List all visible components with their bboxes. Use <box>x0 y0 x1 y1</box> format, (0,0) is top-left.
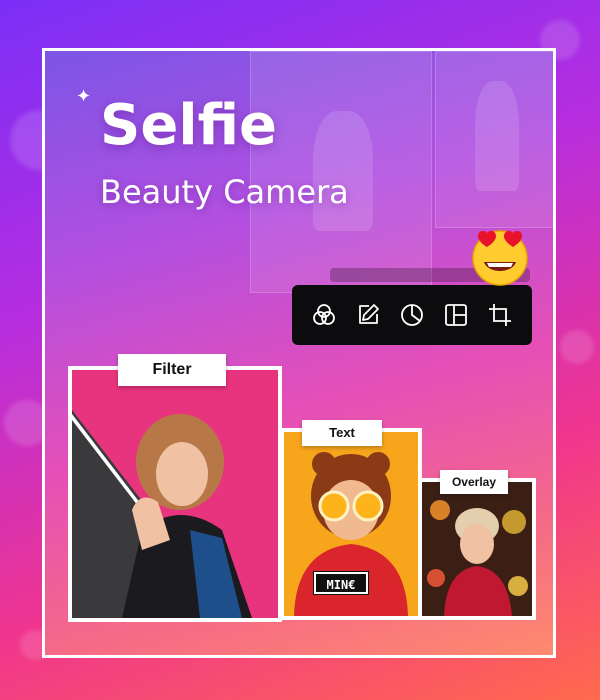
app-subtitle: Beauty Camera <box>100 173 349 211</box>
app-title: Selfie <box>100 93 277 158</box>
heart-eyes-emoji-icon <box>472 230 528 286</box>
overlay-label: Overlay <box>440 470 508 494</box>
layout-grid-icon <box>445 304 467 326</box>
overlay-photo-card[interactable] <box>418 478 536 620</box>
background-dancer-silhouette <box>475 81 519 191</box>
sticker-tool-button[interactable] <box>395 298 429 332</box>
filter-tool-button[interactable] <box>307 298 341 332</box>
bokeh-light <box>560 330 594 364</box>
circles-filter-icon <box>313 304 335 325</box>
filter-photo <box>72 370 278 618</box>
sparkle-icon: ✦ <box>76 86 92 107</box>
edit-tool-button[interactable] <box>351 298 385 332</box>
filter-label: Filter <box>118 354 226 386</box>
filter-photo-card[interactable] <box>68 366 282 622</box>
filter-photo-illustration <box>72 370 278 618</box>
edit-pencil-icon <box>359 304 379 324</box>
crop-icon <box>489 304 511 326</box>
text-label: Text <box>302 420 382 446</box>
background-dancer-silhouette <box>313 111 373 231</box>
sticker-peel-icon <box>401 304 423 326</box>
overlay-photo-illustration <box>422 482 532 616</box>
overlay-photo <box>422 482 532 616</box>
crop-tool-button[interactable] <box>483 298 517 332</box>
text-sticker: MIN€ <box>313 571 369 595</box>
layout-tool-button[interactable] <box>439 298 473 332</box>
editing-toolbar <box>292 285 532 345</box>
